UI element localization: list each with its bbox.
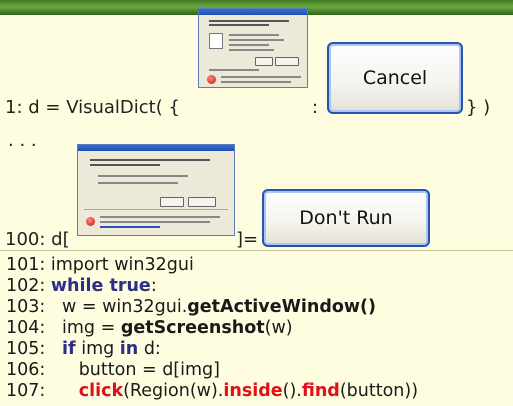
- slide-upper-area: 1: d = VisualDict( { : Cancel } ) . . .: [0, 8, 513, 250]
- dont-run-button: Don't Run: [262, 189, 430, 247]
- security-dialog-thumbnail-2: [77, 144, 235, 236]
- cancel-button: Cancel: [327, 42, 463, 114]
- code-line-107: 107: click(Region(w).inside().find(butto…: [6, 381, 419, 401]
- code-line-106: 106: button = d[img]: [6, 360, 220, 380]
- dialog-titlebar: [78, 145, 234, 151]
- divider: [0, 250, 513, 251]
- code-line-102: 102: while true:: [6, 276, 157, 296]
- dont-run-button-label: Don't Run: [299, 207, 393, 229]
- shield-icon: [207, 75, 216, 84]
- line100-suffix: ]=: [236, 229, 259, 250]
- code-line-101: 101: import win32gui: [6, 255, 194, 275]
- line1-suffix: } ): [466, 97, 491, 118]
- cancel-button-label: Cancel: [362, 67, 428, 89]
- ellipsis: . . .: [8, 130, 37, 151]
- file-icon: [209, 33, 223, 49]
- shield-icon: [86, 217, 95, 226]
- line100-prefix: 100: d[: [5, 229, 70, 250]
- code-line-103: 103: w = win32gui.getActiveWindow(): [6, 297, 377, 317]
- code-line-104: 104: img = getScreenshot(w): [6, 318, 293, 338]
- code-line-105: 105: if img in d:: [6, 339, 161, 359]
- security-dialog-thumbnail-1: [198, 8, 308, 88]
- line1-colon: :: [312, 97, 319, 118]
- line1-prefix: 1: d = VisualDict( {: [5, 97, 180, 118]
- dialog-titlebar: [199, 9, 307, 15]
